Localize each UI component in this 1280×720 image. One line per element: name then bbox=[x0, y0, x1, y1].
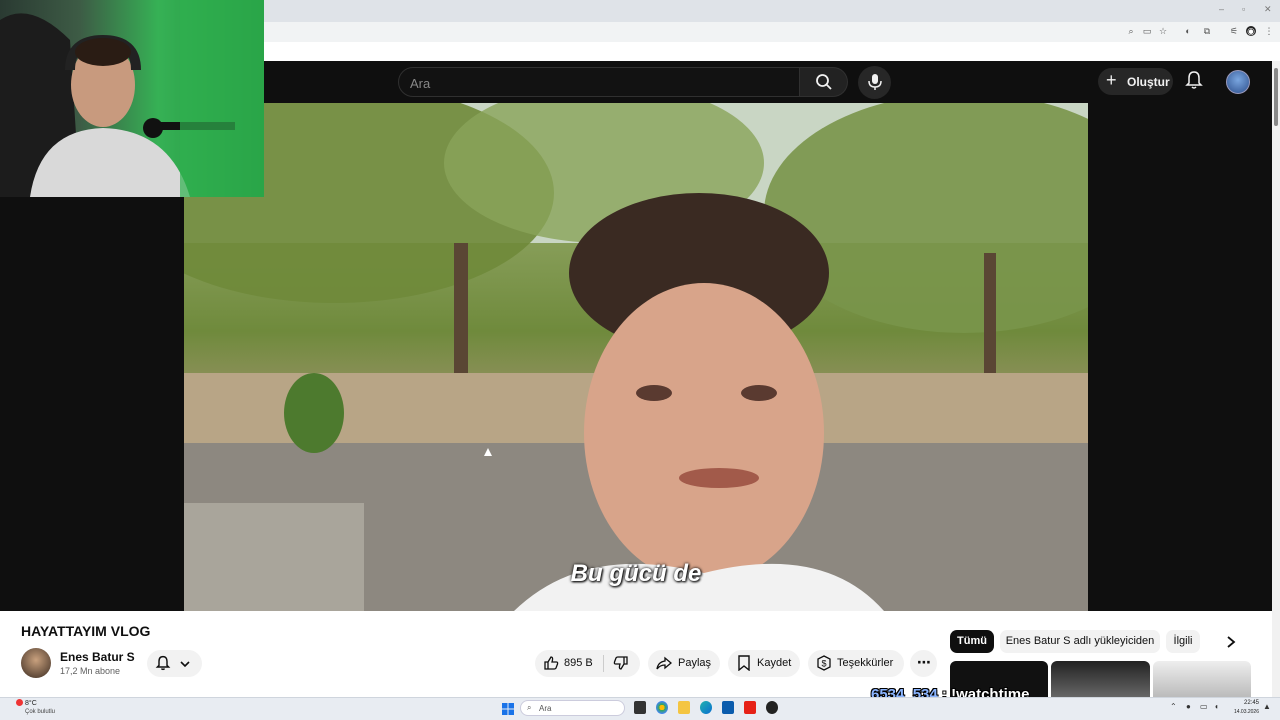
start-button[interactable] bbox=[502, 702, 514, 715]
network-icon[interactable]: ▭ bbox=[1200, 702, 1208, 711]
chip-from-uploader[interactable]: Enes Batur S adlı yükleyiciden bbox=[1000, 630, 1160, 653]
more-actions-button[interactable]: ⋯ bbox=[910, 650, 937, 677]
bell-icon bbox=[155, 655, 171, 671]
dislike-button[interactable] bbox=[610, 655, 632, 673]
subscription-notification-button[interactable] bbox=[147, 650, 202, 677]
subscriber-count: 17,2 Mn abone bbox=[60, 666, 121, 676]
bell-icon bbox=[1185, 71, 1203, 89]
chip-all[interactable]: Tümü bbox=[950, 630, 994, 653]
chip-related-label: İlgili bbox=[1173, 635, 1193, 647]
maximize-button[interactable]: ▫ bbox=[1242, 4, 1245, 14]
recommended-video-thumbnail[interactable] bbox=[1153, 661, 1251, 697]
obs-taskbar-icon[interactable] bbox=[766, 701, 778, 714]
svg-text:$: $ bbox=[821, 659, 826, 669]
like-dislike-divider bbox=[603, 655, 604, 672]
create-button[interactable]: + Oluştur bbox=[1098, 68, 1173, 95]
search-input[interactable] bbox=[410, 75, 790, 91]
file-explorer-icon[interactable] bbox=[678, 701, 690, 714]
notification-center-icon[interactable]: ▲ bbox=[1263, 702, 1271, 711]
edge-taskbar-icon[interactable] bbox=[700, 701, 712, 714]
windows-logo-icon bbox=[502, 703, 514, 715]
close-window-button[interactable]: ✕ bbox=[1264, 4, 1272, 15]
channel-name[interactable]: Enes Batur S bbox=[60, 650, 135, 664]
search-button[interactable] bbox=[800, 67, 848, 97]
thanks-label: Teşekkürler bbox=[837, 657, 894, 669]
thumbs-down-icon bbox=[613, 656, 628, 670]
chevron-down-icon bbox=[180, 661, 190, 668]
like-count: 895 B bbox=[564, 657, 593, 669]
channel-avatar[interactable] bbox=[21, 648, 51, 678]
search-icon bbox=[816, 74, 832, 90]
bookmark-star-icon[interactable]: ☆ bbox=[1158, 26, 1168, 36]
cast-icon[interactable]: ▭ bbox=[1142, 26, 1152, 36]
chip-related[interactable]: İlgili bbox=[1166, 630, 1200, 653]
chevron-right-icon bbox=[1227, 636, 1236, 648]
browser-menu-icon[interactable]: ⋮ bbox=[1264, 26, 1274, 36]
recommended-video-thumbnail[interactable] bbox=[1051, 661, 1150, 697]
taskbar-search-placeholder: Ara bbox=[539, 704, 552, 713]
voice-search-button[interactable] bbox=[858, 66, 891, 99]
share-label: Paylaş bbox=[678, 657, 712, 669]
chips-next-button[interactable] bbox=[1224, 634, 1242, 654]
task-view-icon[interactable] bbox=[634, 701, 646, 714]
tray-chevron-icon[interactable]: ⌃ bbox=[1170, 702, 1177, 711]
chip-uploader-label: Enes Batur S adlı yükleyiciden bbox=[1005, 635, 1155, 647]
save-label: Kaydet bbox=[757, 657, 792, 669]
chrome-taskbar-icon[interactable] bbox=[656, 701, 668, 714]
player-left-margin bbox=[0, 197, 184, 611]
volume-icon[interactable]: ◖ bbox=[1214, 702, 1219, 711]
webcam-frame bbox=[0, 0, 264, 197]
account-avatar[interactable] bbox=[1226, 70, 1250, 94]
scrollbar-thumb[interactable] bbox=[1274, 68, 1278, 126]
zoom-icon[interactable]: ⌕ bbox=[1126, 26, 1136, 36]
store-taskbar-icon[interactable] bbox=[722, 701, 734, 714]
page-scrollbar[interactable] bbox=[1272, 61, 1280, 697]
weather-temperature[interactable]: 8°C bbox=[25, 700, 37, 707]
streamer-webcam bbox=[0, 0, 264, 197]
plus-icon: + bbox=[1106, 70, 1117, 90]
super-thanks-icon: $ bbox=[817, 655, 831, 671]
notifications-button[interactable] bbox=[1184, 70, 1206, 92]
bookmark-icon bbox=[738, 655, 750, 671]
minimize-button[interactable]: – bbox=[1219, 4, 1224, 14]
mouse-cursor bbox=[484, 448, 492, 456]
puzzle-extensions-icon[interactable]: ⧉ bbox=[1202, 26, 1212, 36]
thumbs-up-icon bbox=[544, 656, 559, 670]
weather-description: Çok bulutlu bbox=[25, 709, 56, 715]
side-panel-icon[interactable]: ⚟ bbox=[1229, 26, 1239, 36]
taskbar-clock-time[interactable]: 22:45 bbox=[1239, 700, 1259, 706]
share-button[interactable]: Paylaş bbox=[648, 650, 720, 677]
youtube-taskbar-icon[interactable] bbox=[744, 701, 756, 714]
chip-all-label: Tümü bbox=[957, 635, 987, 647]
create-label: Oluştur bbox=[1127, 75, 1170, 89]
share-icon bbox=[656, 656, 672, 670]
thanks-button[interactable]: $ Teşekkürler bbox=[808, 650, 904, 677]
video-title: HAYATTAYIM VLOG bbox=[21, 623, 151, 639]
taskbar-clock-date[interactable]: 14.03.2026 bbox=[1228, 709, 1259, 715]
microphone-tray-icon[interactable]: ● bbox=[1186, 702, 1191, 711]
weather-badge bbox=[16, 699, 23, 706]
more-horizontal-icon: ⋯ bbox=[917, 654, 931, 670]
search-box[interactable] bbox=[398, 67, 800, 97]
extension-icon[interactable]: ◐ bbox=[1183, 26, 1193, 36]
bookmarks-bar bbox=[264, 42, 1280, 61]
profile-avatar-icon[interactable]: ◉ bbox=[1246, 26, 1256, 36]
video-frame bbox=[184, 103, 1088, 611]
save-button[interactable]: Kaydet bbox=[728, 650, 800, 677]
search-icon: ⌕ bbox=[527, 703, 532, 712]
video-player[interactable] bbox=[184, 103, 1088, 611]
taskbar-search[interactable]: ⌕ Ara bbox=[520, 700, 625, 716]
microphone-icon bbox=[868, 74, 882, 90]
video-subtitle: Bu gücü de bbox=[570, 560, 702, 587]
